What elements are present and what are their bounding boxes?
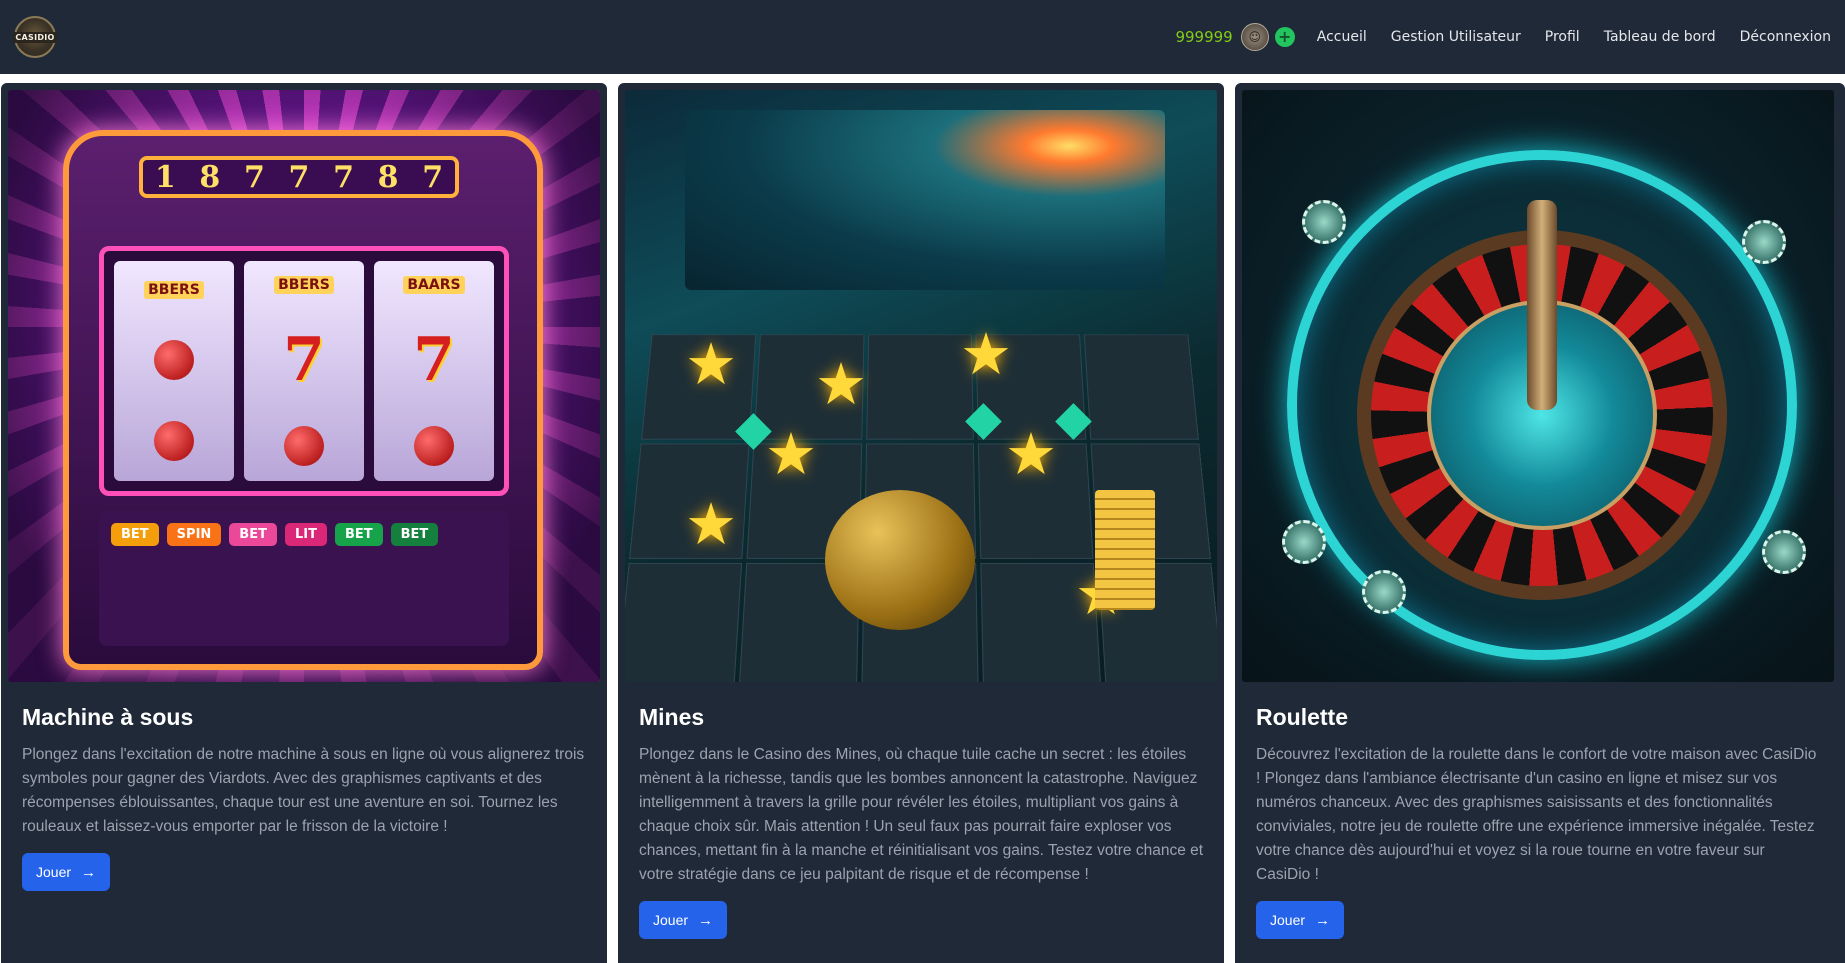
slot-key: BET <box>390 523 439 546</box>
slot-digit: 8 <box>377 159 399 195</box>
coins-stack <box>1095 490 1155 610</box>
seven-icon: 7 <box>413 324 455 395</box>
cherry-icon <box>284 425 324 466</box>
slot-digit: 8 <box>199 159 221 195</box>
arrow-right-icon: → <box>81 863 97 881</box>
slot-key: SPIN <box>166 523 222 546</box>
chip-stack <box>1302 200 1346 244</box>
slot-key: BET <box>229 523 277 546</box>
star-icon: ★ <box>685 330 737 398</box>
card-description: Plongez dans l'excitation de notre machi… <box>22 746 585 835</box>
slot-digit: 7 <box>243 159 265 195</box>
gem-icon: ◆ <box>735 400 772 456</box>
slot-reel: BAARS 7 <box>374 261 494 481</box>
game-card-slot-machine: 1 8 7 7 7 8 7 BBERS BBERS 7 BAARS 7 BET … <box>1 83 607 963</box>
plus-circle-icon: + <box>1278 27 1292 46</box>
slot-reel: BBERS <box>114 261 234 481</box>
slot-cabinet: 1 8 7 7 7 8 7 BBERS BBERS 7 BAARS 7 BET … <box>63 130 543 670</box>
play-button-label: Jouer <box>36 864 72 880</box>
nav-link-accueil[interactable]: Accueil <box>1317 29 1367 45</box>
play-slot-machine-button[interactable]: Jouer → <box>22 853 111 891</box>
games-grid: 1 8 7 7 7 8 7 BBERS BBERS 7 BAARS 7 BET … <box>0 74 1845 963</box>
casidio-logo[interactable]: CASIDIO <box>13 16 57 58</box>
roulette-spindle <box>1527 200 1557 410</box>
slot-reel: BBERS 7 <box>244 261 364 481</box>
chip-stack <box>1742 220 1786 264</box>
nav-link-deconnexion[interactable]: Déconnexion <box>1740 29 1831 45</box>
cherry-icon <box>154 339 194 380</box>
game-card-roulette: Roulette Découvrez l'excitation de la ro… <box>1235 83 1845 963</box>
user-avatar-icon[interactable]: ☺ <box>1240 23 1269 51</box>
gem-icon: ◆ <box>965 390 1002 446</box>
slot-counter: 1 8 7 7 7 8 7 <box>139 156 459 198</box>
play-button-label: Jouer <box>1270 912 1306 928</box>
slot-key: BET <box>334 523 383 546</box>
arrow-right-icon: → <box>698 911 714 929</box>
cherry-icon <box>414 425 454 466</box>
play-mines-button[interactable]: Jouer → <box>639 901 728 939</box>
card-description: Plongez dans le Casino des Mines, où cha… <box>639 746 1204 883</box>
add-funds-button[interactable]: + <box>1274 27 1295 47</box>
chip-stack <box>1762 530 1806 574</box>
play-roulette-button[interactable]: Jouer → <box>1256 901 1345 939</box>
slot-key: BET <box>111 523 159 546</box>
chip-stack <box>1362 570 1406 614</box>
slot-machine-image: 1 8 7 7 7 8 7 BBERS BBERS 7 BAARS 7 BET … <box>8 90 600 682</box>
slot-control-panel: BET SPIN BET LIT BET BET <box>99 511 509 646</box>
arrow-right-icon: → <box>1315 911 1331 929</box>
play-button-label: Jouer <box>653 912 689 928</box>
nav-link-tableau-de-bord[interactable]: Tableau de bord <box>1604 29 1716 45</box>
slot-digit: 7 <box>333 159 354 195</box>
slot-reels: BBERS BBERS 7 BAARS 7 <box>99 246 509 496</box>
card-description: Découvrez l'excitation de la roulette da… <box>1256 746 1817 883</box>
cherry-icon <box>154 420 194 461</box>
mines-image: ★ ★ ★ ★ ★ ★ ★ ◆ ◆ ◆ <box>625 90 1217 682</box>
chip-stack <box>1282 520 1326 564</box>
balance-display: 999999 <box>1175 28 1233 46</box>
navbar: CASIDIO 999999 ☺ + Accueil Gestion Utili… <box>0 0 1845 74</box>
nav-link-gestion-utilisateur[interactable]: Gestion Utilisateur <box>1391 29 1521 45</box>
card-title: Roulette <box>1256 704 1348 730</box>
logo-text: CASIDIO <box>13 31 57 43</box>
card-title: Machine à sous <box>22 704 194 730</box>
card-body: Roulette Découvrez l'excitation de la ro… <box>1242 682 1838 939</box>
reel-label: BAARS <box>403 276 465 295</box>
star-icon: ★ <box>815 350 867 418</box>
nav-right: 999999 ☺ + Accueil Gestion Utilisateur P… <box>1175 0 1831 74</box>
game-card-mines: ★ ★ ★ ★ ★ ★ ★ ◆ ◆ ◆ Mines Plongez dans l… <box>618 83 1224 963</box>
star-icon: ★ <box>685 490 737 558</box>
slot-key: LIT <box>284 523 327 546</box>
bomb-icon <box>825 490 975 630</box>
star-icon: ★ <box>1005 420 1057 488</box>
card-body: Machine à sous Plongez dans l'excitation… <box>8 682 600 891</box>
seven-icon: 7 <box>283 324 325 395</box>
card-body: Mines Plongez dans le Casino des Mines, … <box>625 682 1217 939</box>
gem-icon: ◆ <box>1055 390 1092 446</box>
star-icon: ★ <box>960 320 1012 388</box>
slot-digit: 1 <box>154 159 176 195</box>
slot-digit: 7 <box>288 159 310 195</box>
reel-label: BBERS <box>144 281 204 300</box>
slot-digit: 7 <box>422 159 444 195</box>
reel-label: BBERS <box>274 276 334 295</box>
roulette-image <box>1242 90 1834 682</box>
mines-landscape <box>685 110 1165 290</box>
star-icon: ★ <box>765 420 817 488</box>
nav-link-profil[interactable]: Profil <box>1545 29 1580 45</box>
card-title: Mines <box>639 704 705 730</box>
